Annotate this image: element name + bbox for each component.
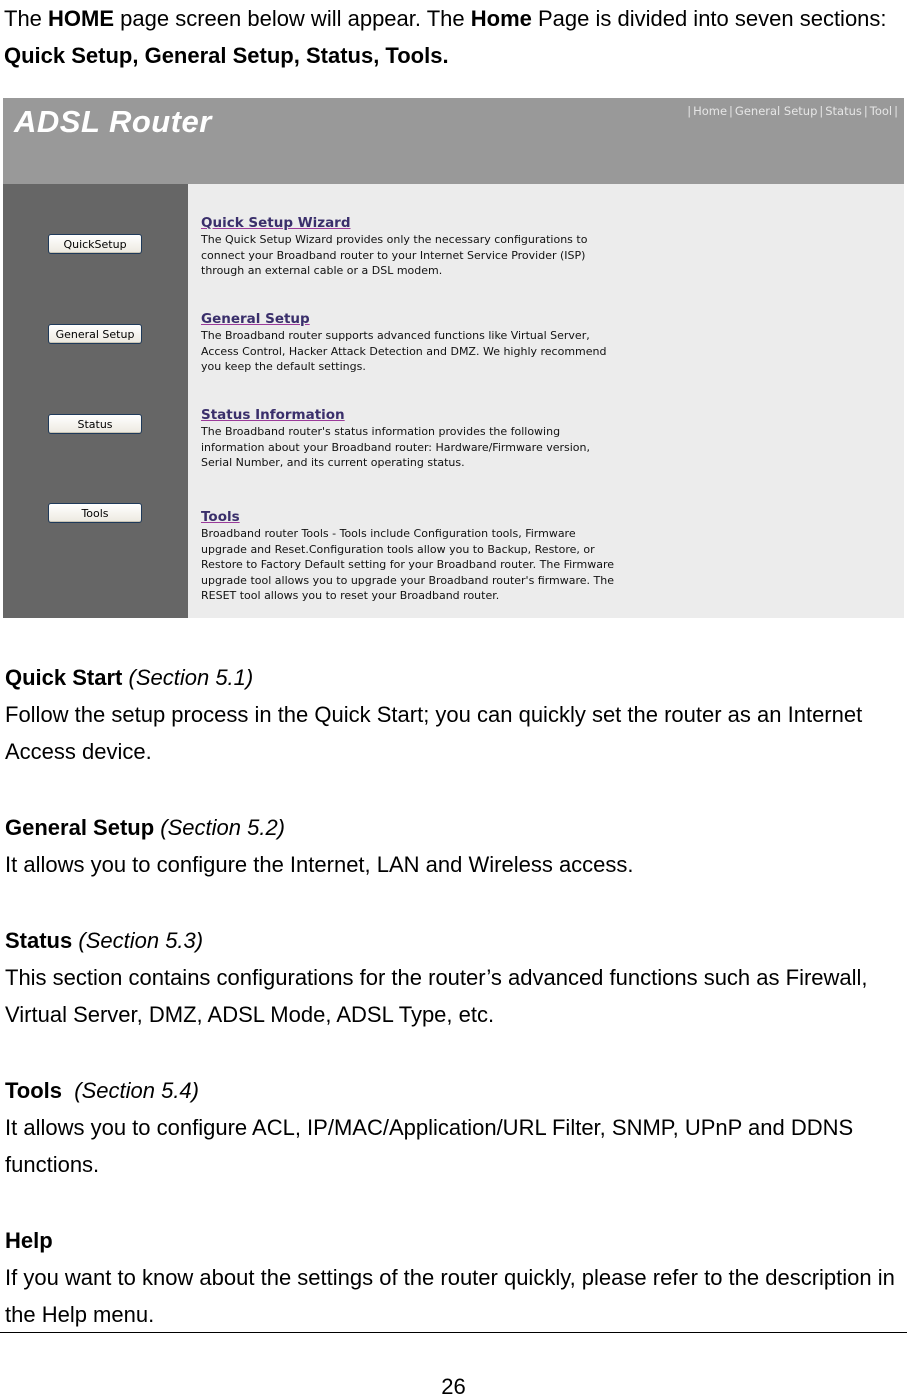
intro-bold-sections: Quick Setup, General Setup, Status, Tool… (4, 43, 449, 68)
doc-heading-title: Help (5, 1228, 53, 1253)
doc-heading: Quick Start (Section 5.1) (5, 659, 905, 696)
section-description: The Quick Setup Wizard provides only the… (201, 233, 588, 278)
nav-link-general-setup[interactable]: General Setup (735, 104, 817, 118)
router-header: ADSL Router | Home | General Setup | Status | T… (3, 98, 904, 184)
router-top-nav: | Home | General Setup | Status | Tool | (685, 104, 900, 118)
intro-paragraph: The HOME page screen below will appear. … (4, 0, 907, 74)
doc-section-status: Status (Section 5.3) This section contai… (5, 922, 905, 1033)
nav-separator: | (687, 104, 692, 118)
doc-body: It allows you to configure ACL, IP/MAC/A… (5, 1115, 854, 1177)
tools-button[interactable]: Tools (48, 503, 142, 523)
nav-separator: | (863, 104, 868, 118)
doc-heading-title: Status (5, 928, 73, 953)
nav-separator: | (819, 104, 824, 118)
section-tools: Tools Broadband router Tools - Tools inc… (201, 508, 621, 604)
router-title: ADSL Router (14, 104, 212, 139)
nav-link-status[interactable]: Status (825, 104, 862, 118)
section-description: The Broadband router's status informatio… (201, 425, 591, 470)
doc-heading: Tools (Section 5.4) (5, 1072, 905, 1109)
status-button[interactable]: Status (48, 414, 142, 434)
doc-body: It allows you to configure the Internet,… (5, 852, 634, 877)
doc-section-ref: (Section 5.1) (128, 665, 254, 690)
doc-section-ref: (Section 5.3) (78, 928, 204, 953)
quick-setup-wizard-link[interactable]: Quick Setup Wizard (201, 215, 351, 232)
nav-separator: | (894, 104, 898, 118)
section-status-information: Status Information The Broadband router'… (201, 406, 621, 471)
status-information-link[interactable]: Status Information (201, 407, 345, 424)
doc-section-ref: (Section 5.2) (160, 815, 286, 840)
doc-heading: Status (Section 5.3) (5, 922, 905, 959)
section-quick-setup-wizard: Quick Setup Wizard The Quick Setup Wizar… (201, 214, 621, 279)
doc-body: If you want to know about the settings o… (5, 1265, 895, 1327)
doc-section-help: Help If you want to know about the setti… (5, 1222, 905, 1333)
general-setup-button[interactable]: General Setup (48, 324, 142, 344)
nav-separator: | (729, 104, 733, 118)
nav-link-home[interactable]: Home (693, 104, 727, 118)
router-content: Quick Setup Wizard The Quick Setup Wizar… (188, 184, 904, 618)
intro-bold-home: HOME (48, 6, 115, 31)
footer-divider (0, 1332, 907, 1333)
general-setup-link[interactable]: General Setup (201, 311, 310, 328)
doc-body: Follow the setup process in the Quick St… (5, 702, 863, 764)
page-number: 26 (441, 1374, 466, 1399)
section-description: Broadband router Tools - Tools include C… (201, 527, 615, 603)
doc-heading-title: General Setup (5, 815, 155, 840)
intro-text: Page is divided into seven sections: (531, 6, 887, 31)
intro-bold-home-page: Home (470, 6, 532, 31)
router-sidebar: QuickSetup General Setup Status Tools (3, 184, 188, 618)
quick-setup-button[interactable]: QuickSetup (48, 234, 142, 254)
tools-link[interactable]: Tools (201, 509, 240, 526)
doc-heading-title: Tools (5, 1078, 63, 1103)
doc-heading-title: Quick Start (5, 665, 123, 690)
section-general-setup: General Setup The Broadband router suppo… (201, 310, 621, 375)
router-home-screenshot: ADSL Router | Home | General Setup | Status | T… (3, 98, 904, 618)
intro-text: The (4, 6, 49, 31)
doc-section-general-setup: General Setup (Section 5.2) It allows yo… (5, 809, 905, 883)
doc-section-quick-start: Quick Start (Section 5.1) Follow the set… (5, 659, 905, 770)
doc-heading: Help (5, 1222, 905, 1259)
doc-heading: General Setup (Section 5.2) (5, 809, 905, 846)
intro-text: page screen below will appear. The (114, 6, 471, 31)
nav-link-tool[interactable]: Tool (870, 104, 892, 118)
doc-section-ref: (Section 5.4) (68, 1078, 199, 1103)
section-description: The Broadband router supports advanced f… (201, 329, 607, 374)
doc-body: This section contains configurations for… (5, 965, 868, 1027)
doc-section-tools: Tools (Section 5.4) It allows you to con… (5, 1072, 905, 1183)
